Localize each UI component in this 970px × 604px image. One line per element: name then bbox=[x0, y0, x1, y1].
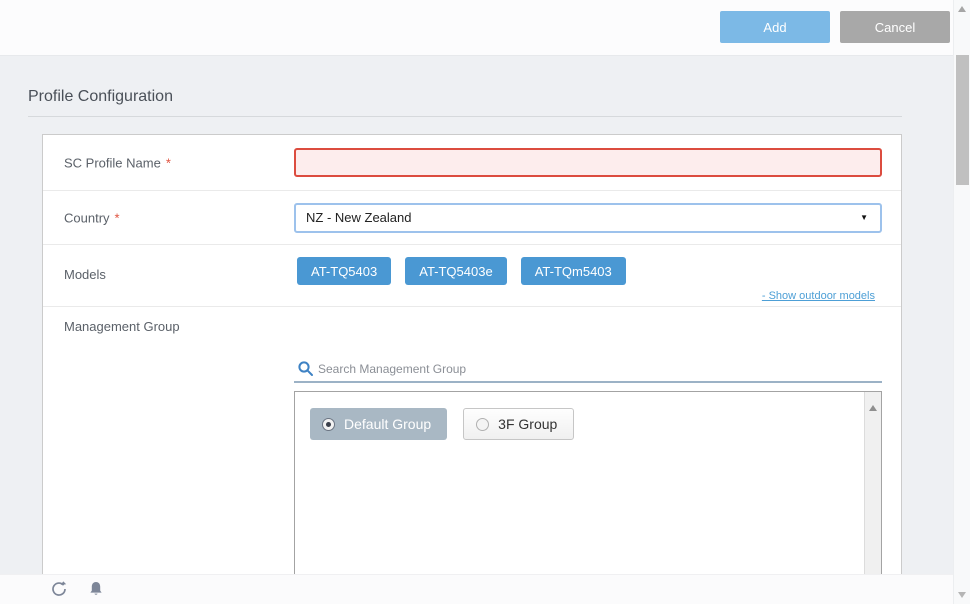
model-buttons: AT-TQ5403 AT-TQ5403e AT-TQm5403 bbox=[297, 257, 626, 285]
app-viewport: Add Cancel Profile Configuration SC Prof… bbox=[0, 0, 970, 604]
scroll-up-icon[interactable] bbox=[869, 405, 877, 411]
group-list-scrollbar[interactable] bbox=[864, 392, 881, 603]
group-option-default-group[interactable]: Default Group bbox=[310, 408, 447, 440]
country-label: Country * bbox=[64, 210, 120, 225]
sc-profile-name-input[interactable] bbox=[294, 148, 882, 177]
management-group-label: Management Group bbox=[64, 319, 180, 334]
scrollbar-down-icon[interactable] bbox=[958, 592, 966, 598]
model-button-at-tq5403e[interactable]: AT-TQ5403e bbox=[405, 257, 506, 285]
group-option-3f-group[interactable]: 3F Group bbox=[463, 408, 574, 440]
page-title: Profile Configuration bbox=[28, 88, 173, 106]
country-label-text: Country bbox=[64, 210, 110, 225]
management-group-list: Default Group 3F Group bbox=[294, 391, 882, 603]
profile-configuration-panel: SC Profile Name * Country * NZ - New Zeala… bbox=[42, 134, 902, 604]
models-row: Models AT-TQ5403 AT-TQ5403e AT-TQm5403 -… bbox=[43, 245, 901, 307]
scrollbar-up-icon[interactable] bbox=[958, 6, 966, 12]
search-input[interactable] bbox=[318, 359, 868, 379]
group-option-label: Default Group bbox=[344, 416, 431, 432]
models-label: Models bbox=[64, 267, 106, 282]
sc-profile-name-label-text: SC Profile Name bbox=[64, 155, 161, 170]
refresh-icon[interactable] bbox=[50, 580, 70, 600]
required-asterisk: * bbox=[166, 155, 171, 170]
country-selected-value: NZ - New Zealand bbox=[306, 210, 411, 225]
group-items: Default Group 3F Group bbox=[310, 408, 574, 440]
country-select[interactable]: NZ - New Zealand ▼ bbox=[294, 203, 882, 233]
footer-bar bbox=[0, 574, 953, 604]
sc-profile-name-row: SC Profile Name * bbox=[43, 135, 901, 191]
scrollbar-thumb[interactable] bbox=[956, 55, 969, 185]
group-option-label: 3F Group bbox=[498, 416, 557, 432]
country-row: Country * NZ - New Zealand ▼ bbox=[43, 191, 901, 245]
add-button[interactable]: Add bbox=[720, 11, 830, 43]
management-group-row: Management Group Default Group bbox=[43, 307, 901, 603]
search-icon bbox=[297, 360, 314, 382]
title-divider bbox=[28, 116, 902, 117]
cancel-button[interactable]: Cancel bbox=[840, 11, 950, 43]
show-outdoor-models-link[interactable]: - Show outdoor models bbox=[762, 290, 875, 302]
radio-selected-icon bbox=[322, 418, 335, 431]
bell-icon[interactable] bbox=[87, 580, 107, 600]
chevron-down-icon: ▼ bbox=[860, 205, 868, 231]
management-group-search bbox=[294, 357, 882, 383]
model-button-at-tqm5403[interactable]: AT-TQm5403 bbox=[521, 257, 626, 285]
radio-unselected-icon bbox=[476, 418, 489, 431]
required-asterisk: * bbox=[115, 210, 120, 225]
page-scrollbar[interactable] bbox=[953, 0, 970, 604]
model-button-at-tq5403[interactable]: AT-TQ5403 bbox=[297, 257, 391, 285]
sc-profile-name-label: SC Profile Name * bbox=[64, 155, 171, 170]
top-action-bar: Add Cancel bbox=[0, 0, 953, 56]
